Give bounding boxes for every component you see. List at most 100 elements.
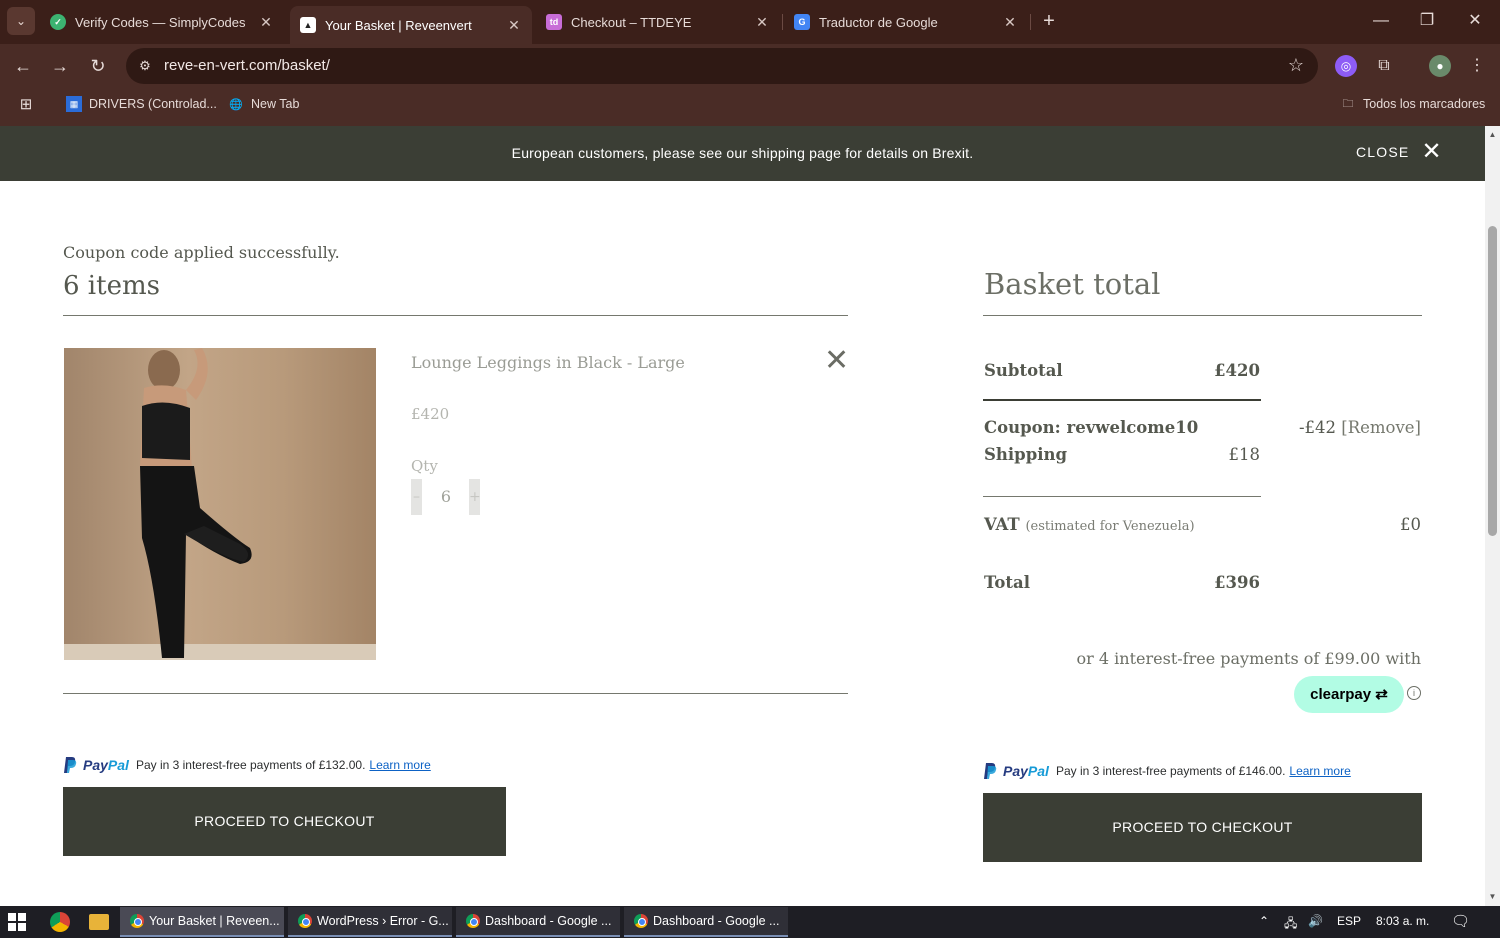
new-tab-button[interactable]: + — [1036, 9, 1062, 35]
site-settings-icon[interactable]: ⚙ — [136, 57, 154, 75]
vat-value: £0 — [1400, 515, 1421, 534]
task-label: Dashboard - Google ... — [485, 914, 612, 928]
globe-icon: 🌐 — [229, 98, 243, 111]
paypal-logo-pal: Pal — [1027, 763, 1049, 779]
address-bar[interactable]: ⚙ reve-en-vert.com/basket/ ☆ — [126, 48, 1318, 84]
product-name[interactable]: Lounge Leggings in Black - Large — [411, 353, 685, 372]
taskbar-task[interactable]: WordPress › Error - G... — [288, 907, 452, 937]
info-icon[interactable]: i — [1407, 686, 1421, 700]
tab-title: Traductor de Google — [819, 14, 938, 30]
banner-message: European customers, please see our shipp… — [511, 145, 974, 161]
divider — [983, 496, 1261, 497]
extension-icon[interactable]: ◎ — [1335, 55, 1357, 77]
taskbar-task[interactable]: Your Basket | Reveen... — [120, 907, 284, 937]
subtotal-label: Subtotal — [984, 361, 1063, 380]
vat-label: VAT (estimated for Venezuela) — [984, 515, 1195, 534]
banner-close-button[interactable]: CLOSE ✕ — [1356, 140, 1443, 164]
forward-button[interactable]: → — [46, 52, 74, 80]
remove-coupon-link[interactable]: [Remove] — [1341, 418, 1421, 437]
quantity-label: Qty — [411, 457, 438, 475]
paypal-logo-pal: Pal — [107, 757, 129, 773]
close-tab-icon[interactable]: ✕ — [256, 14, 276, 31]
remove-item-icon[interactable]: ✕ — [824, 346, 849, 376]
bookmark-star-icon[interactable]: ☆ — [1288, 55, 1304, 76]
page-scrollbar[interactable]: ▲ ▼ — [1485, 126, 1500, 906]
paypal-logo-text: PayPal — [1003, 763, 1049, 779]
clock[interactable]: 8:03 a. m. — [1376, 914, 1429, 928]
tab-separator — [782, 14, 783, 30]
shipping-value: £18 — [1228, 445, 1261, 464]
product-image[interactable] — [64, 348, 376, 660]
task-label: Your Basket | Reveen... — [149, 914, 280, 928]
windows-start-icon[interactable] — [8, 913, 26, 931]
close-tab-icon[interactable]: ✕ — [752, 14, 772, 31]
volume-icon[interactable]: 🔊 — [1308, 914, 1323, 928]
drivers-icon: ▦ — [66, 96, 82, 112]
paypal-learn-more-link[interactable]: Learn more — [369, 758, 430, 772]
paypal-icon — [984, 763, 997, 779]
tray-chevron-up-icon[interactable]: ⌃ — [1259, 914, 1269, 928]
clearpay-message: or 4 interest-free payments of £99.00 wi… — [1076, 649, 1421, 668]
divider — [983, 399, 1261, 401]
chrome-icon[interactable] — [50, 912, 70, 932]
paypal-message: Pay in 3 interest-free payments of £146.… — [1055, 764, 1286, 778]
bookmark-drivers[interactable]: ▦ DRIVERS (Controlad... — [66, 96, 217, 112]
clearpay-arrows-icon: ⇄ — [1375, 686, 1388, 703]
url-text[interactable]: reve-en-vert.com/basket/ — [164, 57, 330, 74]
extensions-puzzle-icon[interactable]: ⧉ — [1373, 55, 1395, 77]
paypal-learn-more-link[interactable]: Learn more — [1289, 764, 1350, 778]
all-bookmarks-label: Todos los marcadores — [1363, 97, 1486, 111]
scroll-up-arrow-icon[interactable]: ▲ — [1487, 129, 1498, 140]
tab-google-translate[interactable]: G Traductor de Google ✕ — [784, 6, 1028, 38]
profile-avatar[interactable]: ● — [1429, 55, 1451, 77]
coupon-label: Coupon: revwelcome10 — [984, 418, 1199, 437]
restore-button[interactable]: ❐ — [1404, 6, 1450, 36]
close-tab-icon[interactable]: ✕ — [504, 17, 524, 34]
browser-frame: ⌄ ✓ Verify Codes — SimplyCodes ✕ ▲ Your … — [0, 0, 1500, 126]
network-icon[interactable]: 🖧 — [1284, 914, 1297, 935]
notifications-icon[interactable]: 🗨 — [1451, 912, 1470, 930]
quantity-increase-button[interactable]: + — [469, 479, 481, 515]
paypal-icon — [64, 757, 77, 773]
coupon-value: -£42 [Remove] — [1230, 418, 1421, 437]
shipping-label: Shipping — [984, 445, 1068, 464]
browser-menu-icon[interactable]: ⋮ — [1466, 55, 1488, 77]
scroll-down-arrow-icon[interactable]: ▼ — [1487, 891, 1498, 902]
product-price: £420 — [411, 405, 450, 423]
paypal-logo-text: PayPal — [83, 757, 129, 773]
divider — [63, 693, 848, 694]
tab-search-button[interactable]: ⌄ — [7, 7, 35, 35]
tab-title: Checkout – TTDEYE — [571, 14, 692, 30]
language-indicator[interactable]: ESP — [1337, 914, 1361, 928]
vat-label-text: VAT — [984, 515, 1020, 534]
taskbar-task[interactable]: Dashboard - Google ... — [624, 907, 788, 937]
proceed-to-checkout-button[interactable]: PROCEED TO CHECKOUT — [63, 787, 506, 856]
proceed-to-checkout-button[interactable]: PROCEED TO CHECKOUT — [983, 793, 1422, 862]
bookmark-label: New Tab — [251, 97, 300, 111]
reveenvert-icon: ▲ — [300, 17, 316, 33]
scrollbar-thumb[interactable] — [1488, 226, 1497, 536]
basket-page: Coupon code applied successfully. 6 item… — [0, 181, 1485, 906]
brexit-banner: European customers, please see our shipp… — [0, 126, 1485, 181]
tab-simplycodes[interactable]: ✓ Verify Codes — SimplyCodes ✕ — [40, 6, 284, 38]
clearpay-logo[interactable]: clearpay ⇄ — [1294, 676, 1404, 713]
tab-ttdeye[interactable]: td Checkout – TTDEYE ✕ — [536, 6, 780, 38]
items-count-heading: 6 items — [63, 271, 160, 301]
all-bookmarks[interactable]: 🗀 Todos los marcadores — [1340, 96, 1486, 112]
minimize-button[interactable]: — — [1358, 6, 1404, 36]
paypal-pay-in-3-right: PayPal Pay in 3 interest-free payments o… — [983, 762, 1351, 780]
paypal-logo-pay: Pay — [83, 757, 108, 773]
quantity-decrease-button[interactable]: – — [411, 479, 422, 515]
bookmark-new-tab[interactable]: 🌐 New Tab — [228, 96, 299, 112]
tab-reveenvert[interactable]: ▲ Your Basket | Reveenvert ✕ — [290, 6, 532, 44]
tab-title: Verify Codes — SimplyCodes — [75, 14, 246, 30]
quantity-input[interactable]: 6 — [431, 487, 461, 506]
close-tab-icon[interactable]: ✕ — [1000, 14, 1020, 31]
reload-button[interactable]: ↻ — [84, 52, 112, 80]
back-button[interactable]: ← — [9, 52, 37, 80]
close-window-button[interactable]: ✕ — [1452, 6, 1498, 36]
apps-grid-icon[interactable]: ⊞ — [18, 96, 41, 113]
taskbar-task[interactable]: Dashboard - Google ... — [456, 907, 620, 937]
tab-strip: ⌄ ✓ Verify Codes — SimplyCodes ✕ ▲ Your … — [0, 0, 1500, 44]
file-explorer-icon[interactable] — [89, 914, 109, 930]
